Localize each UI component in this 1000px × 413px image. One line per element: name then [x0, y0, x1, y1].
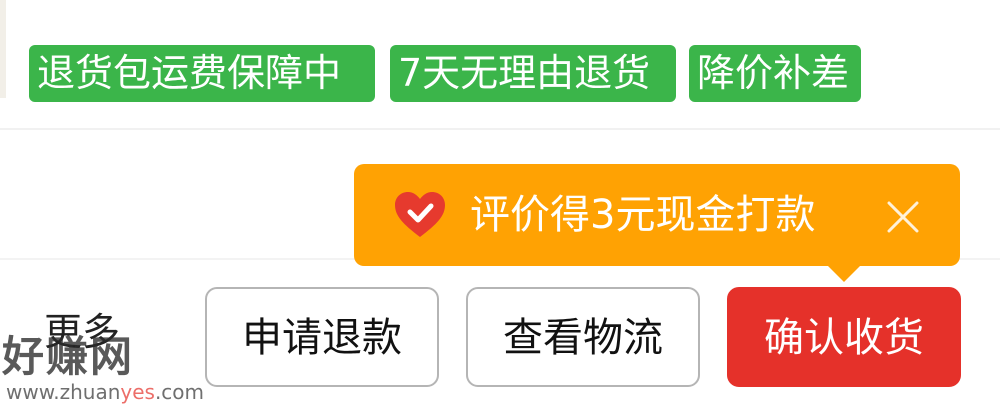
tag-return-shipping-insurance: 退货包运费保障中	[29, 45, 375, 102]
watermark: 好赚网 www.zhuanyes.com	[0, 325, 204, 413]
tag-price-protection: 降价补差	[689, 45, 861, 102]
service-tags-section: 退货包运费保障中 7天无理由退货 降价补差	[0, 0, 1000, 128]
apply-refund-button[interactable]: 申请退款	[205, 287, 439, 387]
heart-check-icon	[395, 192, 445, 237]
watermark-logo: 好赚网	[2, 332, 135, 381]
tooltip-text: 评价得3元现金打款	[470, 192, 816, 238]
view-logistics-button[interactable]: 查看物流	[466, 287, 700, 387]
tag-7-day-return: 7天无理由退货	[390, 45, 676, 102]
left-edge-strip	[0, 0, 6, 98]
confirm-receipt-button[interactable]: 确认收货	[727, 287, 961, 387]
close-icon[interactable]	[881, 195, 925, 239]
tooltip-arrow	[826, 264, 862, 282]
section-divider-top	[0, 128, 1000, 130]
watermark-url: www.zhuanyes.com	[6, 380, 205, 404]
